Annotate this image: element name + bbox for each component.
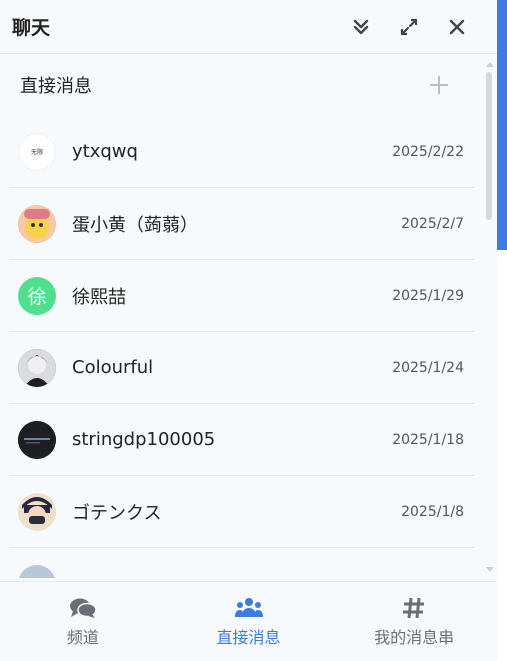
chat-title: 聊天: [12, 17, 51, 39]
conversation-date: 2025/1/8: [401, 503, 464, 520]
collapse-button[interactable]: [347, 13, 375, 41]
conversation-name: ytxqwq: [72, 141, 138, 162]
expand-icon: [400, 18, 418, 36]
expand-button[interactable]: [395, 13, 423, 41]
section-title: 直接消息: [20, 76, 92, 97]
nav-my-threads[interactable]: 我的消息串: [331, 582, 497, 661]
nav-label: 我的消息串: [374, 628, 455, 647]
conversation-item[interactable]: 无限 ytxqwq 2025/2/22: [10, 116, 475, 188]
conversation-date: 2025/1/18: [392, 431, 464, 448]
conversation-date: 2025/1/24: [392, 359, 464, 376]
avatar: [18, 204, 56, 243]
conversation-item[interactable]: 徐 徐熙喆 2025/1/29: [10, 260, 475, 332]
direct-messages-header: 直接消息: [0, 54, 482, 116]
nav-channels[interactable]: 频道: [0, 582, 166, 661]
right-edge-accent: [497, 0, 507, 250]
conversation-name: ゴテンクス: [72, 502, 162, 524]
conversation-date: 2025/2/7: [401, 215, 464, 232]
conversation-item[interactable]: Colourful 2025/1/24: [10, 332, 475, 404]
avatar-image: [18, 420, 56, 459]
close-icon: [449, 19, 465, 35]
conversation-name: Colourful: [72, 357, 154, 378]
plus-icon[interactable]: [428, 74, 450, 96]
conversation-list: 无限 ytxqwq 2025/2/22 蛋小黄（蒟蒻） 2025/2/7 徐 徐…: [10, 116, 475, 578]
chat-bubbles-icon: [69, 596, 97, 620]
conversation-item[interactable]: 蛋小黄（蒟蒻） 2025/2/7: [10, 188, 475, 260]
conversation-date: 2025/2/22: [392, 143, 464, 160]
conversation-date: 2025/1/29: [392, 287, 464, 304]
avatar: [18, 420, 56, 459]
header-actions: [347, 0, 471, 54]
conversation-item[interactable]: stringdp100005 2025/1/18: [10, 404, 475, 476]
conversation-item[interactable]: ゴテンクス 2025/1/8: [10, 476, 475, 548]
double-chevron-down-icon: [353, 19, 369, 35]
nav-direct-messages[interactable]: 直接消息: [166, 582, 332, 661]
avatar-image: [18, 492, 56, 531]
bottom-nav: 频道 直接消息 我的消息串: [0, 581, 497, 661]
avatar-text: 无限: [30, 149, 43, 156]
nav-label: 频道: [66, 628, 99, 647]
avatar: 徐: [18, 276, 56, 315]
avatar: 无限: [18, 132, 56, 171]
conversation-item[interactable]: [10, 548, 475, 578]
scroll-thumb[interactable]: [486, 72, 492, 220]
avatar: [18, 348, 56, 387]
scroll-up-arrow[interactable]: [486, 62, 494, 67]
users-icon: [234, 596, 263, 620]
close-button[interactable]: [443, 13, 471, 41]
avatar: [18, 564, 56, 578]
avatar-text: 徐: [27, 286, 47, 308]
avatar-image: [18, 204, 56, 243]
chat-header: 聊天: [0, 0, 497, 54]
nav-label: 直接消息: [216, 628, 281, 647]
list-scrollbar[interactable]: [484, 62, 494, 572]
hashtag-icon: [400, 596, 428, 620]
avatar-image: [18, 348, 56, 387]
scroll-down-arrow[interactable]: [486, 567, 494, 572]
avatar: [18, 492, 56, 531]
conversation-name: stringdp100005: [72, 429, 216, 450]
conversation-name: 蛋小黄（蒟蒻）: [72, 214, 198, 236]
conversation-name: 徐熙喆: [72, 286, 126, 308]
